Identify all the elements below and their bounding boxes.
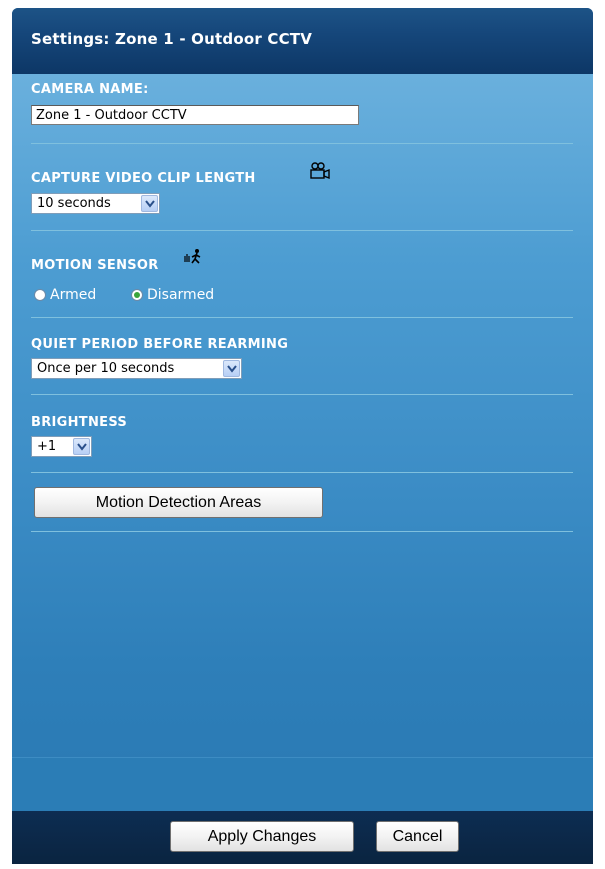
settings-panel: Settings: Zone 1 - Outdoor CCTV CAMERA N… [12, 8, 593, 864]
brightness-value: +1 [37, 439, 57, 454]
action-footer: Apply Changes Cancel [12, 811, 593, 864]
quiet-period-select[interactable]: Once per 10 seconds [31, 358, 242, 379]
motion-person-icon [183, 248, 205, 274]
camera-name-label: CAMERA NAME: [31, 82, 149, 97]
clip-length-label: CAPTURE VIDEO CLIP LENGTH [31, 171, 256, 186]
motion-sensor-label: MOTION SENSOR [31, 258, 159, 273]
video-camera-icon [309, 162, 331, 184]
divider [31, 394, 573, 395]
cancel-button[interactable]: Cancel [376, 821, 459, 852]
content-footer-band [12, 757, 593, 812]
radio-armed[interactable] [34, 289, 46, 301]
quiet-period-label: QUIET PERIOD BEFORE REARMING [31, 337, 289, 352]
divider [31, 143, 573, 144]
window-title: Settings: Zone 1 - Outdoor CCTV [31, 30, 313, 48]
camera-name-input[interactable] [31, 105, 359, 125]
divider [31, 230, 573, 231]
chevron-down-icon[interactable] [223, 360, 240, 377]
divider [31, 317, 573, 318]
quiet-period-value: Once per 10 seconds [37, 361, 175, 376]
brightness-label: BRIGHTNESS [31, 415, 128, 430]
clip-length-label-text: CAPTURE VIDEO CLIP LENGTH [31, 171, 256, 186]
radio-disarmed[interactable] [131, 289, 143, 301]
clip-length-value: 10 seconds [37, 196, 111, 211]
radio-armed-label[interactable]: Armed [50, 287, 96, 303]
motion-detection-areas-button[interactable]: Motion Detection Areas [34, 487, 323, 518]
brightness-select[interactable]: +1 [31, 436, 92, 457]
settings-content: CAMERA NAME: CAPTURE VIDEO CLIP LENGTH 1… [12, 74, 593, 812]
chevron-down-icon[interactable] [141, 195, 158, 212]
clip-length-select[interactable]: 10 seconds [31, 193, 160, 214]
divider [31, 472, 573, 473]
title-bar: Settings: Zone 1 - Outdoor CCTV [12, 8, 593, 75]
divider [31, 531, 573, 532]
apply-changes-button[interactable]: Apply Changes [170, 821, 354, 852]
chevron-down-icon[interactable] [73, 438, 90, 455]
radio-disarmed-label[interactable]: Disarmed [147, 287, 214, 303]
